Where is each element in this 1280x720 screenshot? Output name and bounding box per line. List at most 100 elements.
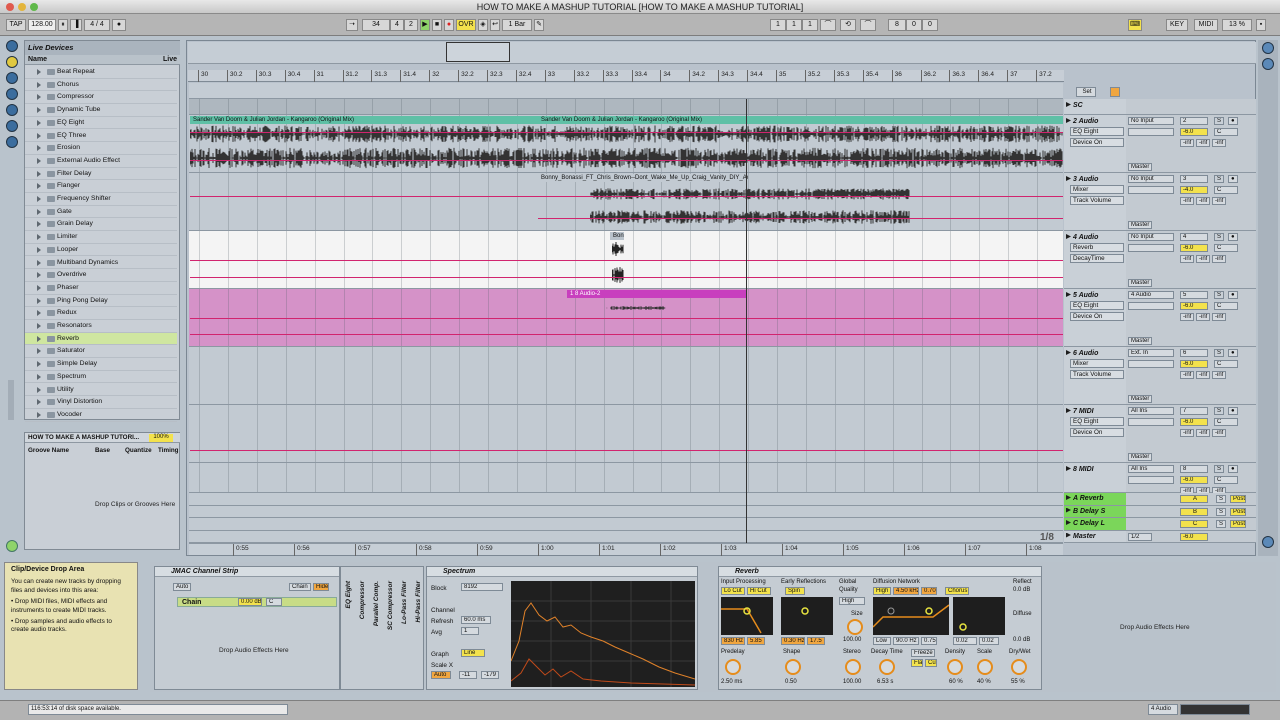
expand-icon[interactable] [37,259,41,266]
arm-button[interactable]: ● [1228,349,1238,357]
solo-button[interactable]: S [1214,233,1224,241]
hot-swap-icon[interactable] [6,136,18,148]
track-header[interactable]: 5 Audio EQ Eight Device On [1064,289,1126,347]
return-lane[interactable] [189,493,1063,506]
send-a[interactable]: -inf [1212,429,1226,437]
stop-icon[interactable]: ■ [432,19,442,31]
reflect-value[interactable]: 0.0 dB [1013,587,1030,593]
stereo-knob[interactable] [845,659,861,675]
low-shelf-button[interactable]: Low [873,637,891,645]
expand-icon[interactable] [37,234,41,241]
back-to-arrangement-icon[interactable]: ↩ [490,19,500,31]
expand-icon[interactable] [37,373,41,380]
browser-scrollbar[interactable] [8,380,14,420]
return-lane[interactable] [189,530,1063,543]
spin-rate[interactable]: 0.30 Hz [781,637,805,645]
automation-arm-icon[interactable]: ◈ [478,19,488,31]
browser-item[interactable]: Compressor [25,91,177,105]
fold-icon[interactable] [1066,466,1071,471]
cut-button[interactable]: Cut [925,659,937,667]
groove-toggle-icon[interactable] [6,540,18,552]
automation-line[interactable] [190,160,1063,161]
arrangement-position-beat[interactable]: 4 [390,19,404,31]
browser-item[interactable]: Reverb [25,332,177,346]
solo-button[interactable]: S [1214,175,1224,183]
fold-icon[interactable] [1066,292,1071,297]
browser-item[interactable]: External Audio Effect [25,155,177,168]
decay-knob[interactable] [879,659,895,675]
tempo-field[interactable]: 128.00 [28,19,56,31]
track-name[interactable]: 3 Audio [1066,175,1098,184]
track-volume[interactable]: -6.0 [1180,302,1208,310]
browser-item[interactable]: Redux [25,307,177,320]
track-header[interactable]: 2 Audio EQ Eight Device On [1064,115,1126,173]
track-name[interactable]: 5 Audio [1066,291,1098,300]
expand-icon[interactable] [37,119,41,126]
input-type-select[interactable]: No Input [1128,233,1174,241]
expand-icon[interactable] [37,94,41,101]
chain-list-button[interactable]: Chain [289,583,311,591]
fold-icon[interactable] [1066,350,1071,355]
browser-item[interactable]: Ping Pong Delay [25,295,177,308]
input-type-select[interactable]: Ext. In [1128,349,1174,357]
fold-icon[interactable] [1066,234,1071,239]
arm-button[interactable]: ● [1228,233,1238,241]
track-number[interactable]: 8 [1180,465,1208,473]
chain-pan[interactable]: C [266,598,282,606]
shape-knob[interactable] [785,659,801,675]
return-name[interactable]: Master [1066,532,1096,541]
groove-drop-area[interactable]: Drop Clips or Grooves Here [95,501,175,508]
track-header[interactable]: 6 Audio Mixer Track Volume [1064,347,1126,405]
clip-header[interactable]: Sander Van Doorn & Julian Jordan - Kanga… [538,116,1063,124]
return-solo[interactable]: S [1216,495,1226,503]
browser-item[interactable]: Erosion [25,142,177,155]
loop-region-lane[interactable] [189,83,1063,99]
automation-param-select[interactable]: DecayTime [1070,254,1124,263]
hi-cut-button[interactable]: Hi Cut [747,587,771,595]
return-post[interactable]: Post [1230,495,1246,503]
expand-icon[interactable] [37,157,41,164]
high-shelf-button[interactable]: High [873,587,891,595]
track-pan[interactable]: C [1214,128,1238,136]
return-post[interactable]: Post [1230,507,1246,516]
browser-item[interactable]: Flanger [25,180,177,193]
track-lane[interactable] [189,463,1063,493]
chorus-amount[interactable]: 0.02 [979,637,999,645]
track-number[interactable]: 3 [1180,175,1208,183]
loop-start-beat[interactable]: 1 [786,19,802,31]
automation-param-select[interactable]: Device On [1070,312,1124,321]
quantization-menu[interactable]: 1 Bar [502,19,532,31]
input-channel-select[interactable] [1128,302,1174,310]
time-ruler[interactable]: 0:55 0:56 0:57 0:58 0:59 1:00 1:01 1:02 1:03 1:04… [189,543,1063,556]
browser-item[interactable]: Overdrive [25,269,177,282]
solo-button[interactable]: S [1214,349,1224,357]
block-size-select[interactable]: 8192 [461,583,503,591]
return-track-header[interactable]: B Delay S [1064,505,1126,518]
track-name[interactable]: 7 MIDI [1066,407,1094,416]
fold-icon[interactable] [1066,408,1071,413]
range-min[interactable]: -11 [459,671,477,679]
places-3-icon[interactable] [6,120,18,132]
scale-knob[interactable] [977,659,993,675]
expand-icon[interactable] [37,81,41,88]
browser-item[interactable]: Phaser [25,282,177,295]
input-type-select[interactable]: No Input [1128,117,1174,125]
spin-button[interactable]: Spin [785,587,805,595]
beat-time-ruler[interactable]: 30 30.2 30.3 30.4 31 31.2 31.3 31.4 32 32.2 32.3 32… [188,70,1064,82]
graph-mode-select[interactable]: Line [461,649,485,657]
zoom-window-button[interactable] [30,3,38,11]
track-volume[interactable]: -6.0 [1180,476,1208,484]
track-number[interactable]: 6 [1180,349,1208,357]
track-number[interactable]: 4 [1180,233,1208,241]
size-knob[interactable] [847,619,863,635]
track-pan[interactable]: C [1214,360,1238,368]
fold-icon[interactable] [1066,102,1071,107]
track-number[interactable]: 7 [1180,407,1208,415]
input-channel-select[interactable] [1128,360,1174,368]
input-filter-graph[interactable] [721,597,773,635]
output-select[interactable]: Master [1128,453,1152,461]
browser-toggle-icon[interactable] [6,40,18,52]
expand-icon[interactable] [37,399,41,406]
high-ratio-field[interactable]: 0.70 [921,587,937,595]
track-header[interactable]: SC [1064,99,1126,115]
